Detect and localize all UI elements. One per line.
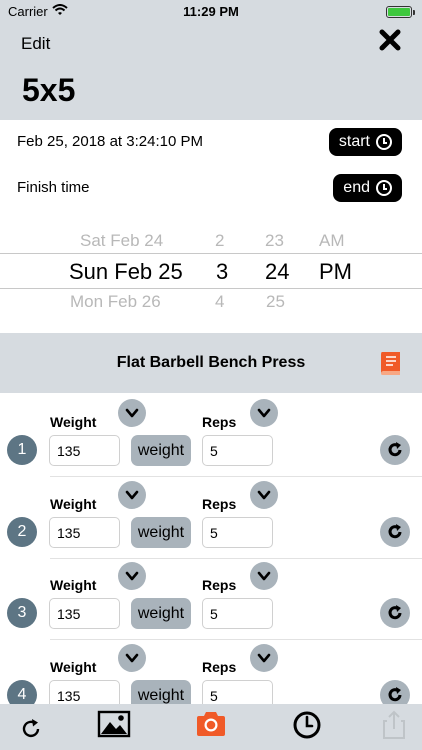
finish-time-label: Finish time (17, 179, 90, 196)
set-row: Weight Reps 1 135 weight 5 (0, 395, 422, 477)
weight-unit-button[interactable]: weight (131, 435, 191, 466)
weight-label: Weight (50, 496, 97, 512)
close-icon[interactable] (378, 28, 402, 52)
camera-icon[interactable] (194, 710, 228, 744)
weight-label: Weight (50, 577, 97, 593)
reps-label: Reps (202, 659, 237, 675)
reps-label: Reps (202, 577, 237, 593)
weight-input[interactable]: 135 (49, 435, 120, 466)
picker-next-minute[interactable]: 25 (266, 292, 285, 312)
clock-icon[interactable] (290, 710, 324, 744)
refresh-icon[interactable] (14, 710, 48, 744)
status-bar: Carrier 11:29 PM (0, 0, 422, 24)
bottom-toolbar (0, 704, 422, 750)
exercise-name: Flat Barbell Bench Press (116, 354, 306, 371)
picker-selected-date[interactable]: Sun Feb 25 (69, 259, 183, 285)
share-icon (377, 710, 411, 744)
picker-next-date[interactable]: Mon Feb 26 (70, 292, 161, 312)
battery-icon (386, 6, 415, 18)
picker-prev-date[interactable]: Sat Feb 24 (80, 231, 163, 251)
set-number-badge: 3 (7, 598, 37, 628)
weight-chevron-down-icon[interactable] (118, 399, 146, 427)
picker-next-hour[interactable]: 4 (215, 292, 224, 312)
weight-label: Weight (50, 414, 97, 430)
reps-input[interactable]: 5 (202, 517, 273, 548)
reps-input[interactable]: 5 (202, 435, 273, 466)
reps-input[interactable]: 5 (202, 598, 273, 629)
repeat-set-icon[interactable] (380, 435, 410, 465)
weight-input[interactable]: 135 (49, 517, 120, 548)
start-time-row: Feb 25, 2018 at 3:24:10 PM start (0, 120, 422, 164)
start-button-label: start (338, 133, 370, 150)
exercise-header: Flat Barbell Bench Press (0, 333, 422, 393)
reps-chevron-down-icon[interactable] (250, 399, 278, 427)
weight-chevron-down-icon[interactable] (118, 644, 146, 672)
edit-button[interactable]: Edit (21, 34, 50, 54)
set-number-badge: 2 (7, 517, 37, 547)
picker-prev-hour[interactable]: 2 (215, 231, 224, 251)
book-icon[interactable] (376, 349, 402, 377)
picker-prev-minute[interactable]: 23 (265, 231, 284, 251)
reps-chevron-down-icon[interactable] (250, 644, 278, 672)
finish-time-row: Finish time end (0, 166, 422, 210)
picker-selection-band (0, 253, 422, 289)
start-button[interactable]: start (328, 128, 402, 156)
status-time: 11:29 PM (183, 4, 239, 19)
date-time-picker[interactable]: Sat Feb 24 2 23 AM Sun Feb 25 3 24 PM Mo… (0, 222, 422, 322)
reps-label: Reps (202, 496, 237, 512)
weight-unit-button[interactable]: weight (131, 517, 191, 548)
reps-chevron-down-icon[interactable] (250, 481, 278, 509)
workout-title: 5x5 (22, 72, 76, 108)
weight-input[interactable]: 135 (49, 598, 120, 629)
weight-unit-button[interactable]: weight (131, 598, 191, 629)
start-time-label: Feb 25, 2018 at 3:24:10 PM (17, 133, 203, 150)
repeat-set-icon[interactable] (380, 517, 410, 547)
picker-selected-hour[interactable]: 3 (216, 259, 228, 285)
set-row: Weight Reps 2 135 weight 5 (0, 477, 422, 559)
clock-icon (376, 134, 392, 150)
set-row: Weight Reps 3 135 weight 5 (0, 558, 422, 640)
picker-selected-minute[interactable]: 24 (265, 259, 289, 285)
reps-chevron-down-icon[interactable] (250, 562, 278, 590)
weight-chevron-down-icon[interactable] (118, 481, 146, 509)
weight-chevron-down-icon[interactable] (118, 562, 146, 590)
clock-icon (376, 180, 392, 196)
picker-prev-ampm[interactable]: AM (319, 231, 345, 251)
header: Edit 5x5 (0, 24, 422, 120)
end-button[interactable]: end (333, 174, 402, 202)
weight-label: Weight (50, 659, 97, 675)
end-button-label: end (343, 179, 370, 196)
repeat-set-icon[interactable] (380, 598, 410, 628)
picker-selected-ampm[interactable]: PM (319, 259, 352, 285)
set-number-badge: 1 (7, 435, 37, 465)
reps-label: Reps (202, 414, 237, 430)
image-icon[interactable] (97, 710, 131, 744)
